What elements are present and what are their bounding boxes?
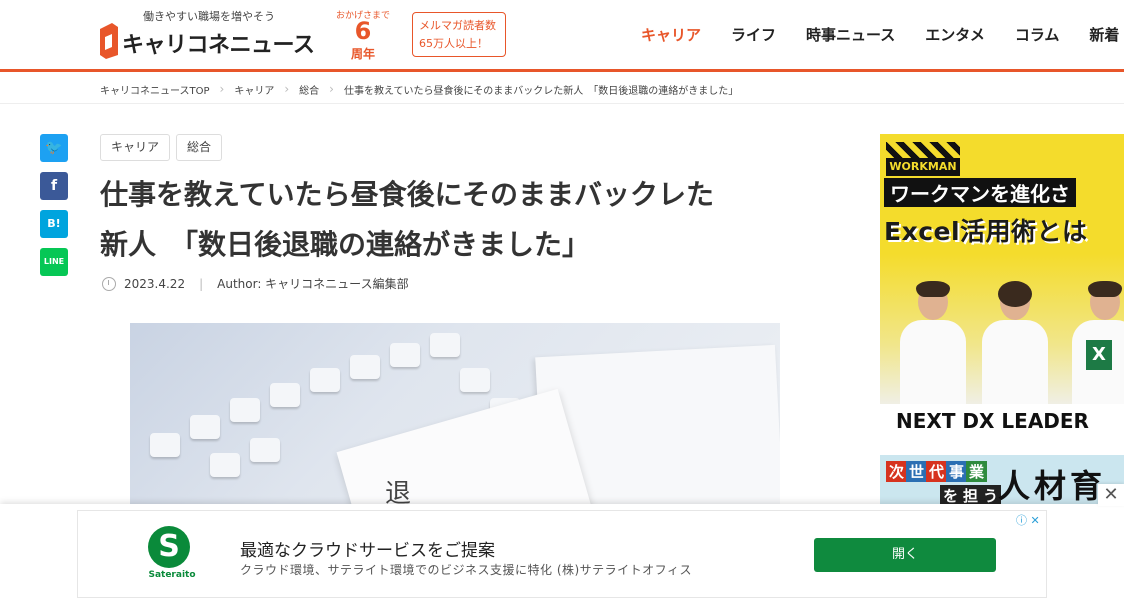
keyboard-key bbox=[250, 438, 280, 462]
breadcrumb-item[interactable]: 総合 bbox=[299, 82, 319, 97]
close-ad-icon[interactable]: ✕ bbox=[1098, 484, 1124, 506]
ad2-char: 世 bbox=[906, 461, 928, 482]
line-share-button[interactable]: LINE bbox=[40, 248, 68, 276]
nav-item[interactable]: ライフ bbox=[716, 0, 791, 69]
person-figure bbox=[980, 281, 1050, 404]
logo-mark-icon bbox=[100, 23, 118, 59]
article-author[interactable]: Author: キャリコネニュース編集部 bbox=[217, 275, 408, 292]
anniversary-number: 6 bbox=[354, 17, 372, 45]
article-date: 2023.4.22 bbox=[124, 276, 186, 291]
ad2-big-text: 人材育 bbox=[998, 467, 1107, 505]
logo-stripe bbox=[886, 142, 960, 158]
sidebar-ad-second[interactable]: 次 世 代 事 業 を 担 う 人材育 bbox=[880, 455, 1124, 510]
tag-general[interactable]: 総合 bbox=[176, 134, 223, 161]
nav-item[interactable]: コラム bbox=[1000, 0, 1075, 69]
chevron-right-icon: › bbox=[329, 82, 334, 96]
keyboard-key bbox=[310, 368, 340, 392]
article-hero-image: 退 bbox=[130, 323, 780, 508]
anniversary-unit: 周年 bbox=[350, 47, 375, 61]
ad-open-button[interactable]: 開く bbox=[814, 538, 996, 572]
ad2-char: 業 bbox=[966, 461, 988, 482]
workman-logo: WORKMAN bbox=[886, 142, 960, 176]
excel-icon: X bbox=[1086, 340, 1112, 370]
ad2-char: を bbox=[940, 485, 962, 506]
ad2-char: 次 bbox=[886, 461, 908, 482]
newsletter-count: 65万人以上！ bbox=[419, 37, 488, 50]
workman-brand: WORKMAN bbox=[889, 160, 957, 173]
ad-band-text: NEXT DX LEADER bbox=[880, 404, 1124, 439]
resignation-envelope bbox=[336, 388, 594, 508]
bottom-ad[interactable]: S Sateraito 最適なクラウドサービスをご提案 クラウド環境、サテライト… bbox=[77, 510, 1047, 598]
ad-headline: 最適なクラウドサービスをご提案 bbox=[240, 541, 495, 561]
breadcrumb-item: 仕事を教えていたら昼食後にそのままバックレた新人 「数日後退職の連絡がきました」 bbox=[343, 85, 739, 97]
ad-description: クラウド環境、サテライト環境でのビジネス支援に特化 (株)サテライトオフィス bbox=[240, 563, 692, 577]
clock-icon bbox=[102, 276, 116, 291]
sidebar-ad-workman[interactable]: WORKMAN ワークマンを進化さ Excel活用術とは X NEXT DX L… bbox=[880, 134, 1124, 439]
nav-item[interactable]: キャリア bbox=[626, 0, 716, 69]
site-logo[interactable]: 働きやすい職場を増やそう キャリコネニュース bbox=[98, 6, 328, 64]
ad-photo bbox=[880, 254, 1124, 404]
nav-item[interactable]: 時事ニュース bbox=[791, 0, 910, 69]
breadcrumb-item[interactable]: キャリコネニュースTOP bbox=[100, 82, 210, 97]
newsletter-label: メルマガ読者数 bbox=[419, 19, 496, 32]
article-tags: キャリア 総合 bbox=[100, 134, 223, 161]
nav-item[interactable]: 新着 bbox=[1074, 0, 1124, 69]
article-title-line-2: 新人 「数日後退職の連絡がきました」 bbox=[100, 228, 591, 261]
twitter-share-button[interactable]: 🐦 bbox=[40, 134, 68, 162]
keyboard-key bbox=[210, 453, 240, 477]
article-title: 仕事を教えていたら昼食後にそのままバックレた 新人 「数日後退職の連絡がきました… bbox=[100, 170, 830, 270]
keyboard-key bbox=[350, 355, 380, 379]
hatena-bookmark-button[interactable]: B! bbox=[40, 210, 68, 238]
article-meta: 2023.4.22 | Author: キャリコネニュース編集部 bbox=[102, 275, 409, 292]
main-nav: キャリア ライフ 時事ニュース エンタメ コラム 新着 bbox=[626, 0, 1124, 72]
logo-text: キャリコネニュース bbox=[122, 33, 315, 58]
sateraito-logo: S bbox=[148, 526, 190, 568]
chevron-right-icon: › bbox=[284, 82, 290, 96]
keyboard-key bbox=[190, 415, 220, 439]
newsletter-badge[interactable]: メルマガ読者数 65万人以上！ bbox=[412, 12, 506, 57]
logo-tagline: 働きやすい職場を増やそう bbox=[143, 10, 275, 23]
ad2-char: 担 bbox=[960, 485, 982, 506]
nav-item[interactable]: エンタメ bbox=[910, 0, 1000, 69]
keyboard-key bbox=[230, 398, 260, 422]
tag-career[interactable]: キャリア bbox=[100, 134, 171, 161]
ad-headline-1: ワークマンを進化さ bbox=[884, 178, 1076, 207]
ad2-char: 事 bbox=[946, 461, 968, 482]
sateraito-brand: Sateraito bbox=[148, 570, 196, 580]
breadcrumb: キャリコネニュースTOP › キャリア › 総合 › 仕事を教えていたら昼食後にそのままバッ… bbox=[100, 80, 738, 98]
envelope-text: 退 bbox=[385, 479, 412, 508]
adchoices-icon[interactable]: ⓘ ✕ bbox=[1016, 512, 1040, 528]
article-title-line-1: 仕事を教えていたら昼食後にそのままバックレた bbox=[100, 178, 715, 211]
meta-separator: | bbox=[199, 276, 204, 291]
keyboard-key bbox=[150, 433, 180, 457]
ad-headline-2: Excel活用術とは bbox=[884, 217, 1088, 246]
keyboard-key bbox=[270, 383, 300, 407]
anniversary-badge: おかげさまで 6 周年 bbox=[334, 8, 392, 64]
breadcrumb-divider bbox=[0, 103, 1124, 104]
keyboard-key bbox=[430, 333, 460, 357]
keyboard-key bbox=[390, 343, 420, 367]
ad2-char: 代 bbox=[926, 461, 948, 482]
site-header: 働きやすい職場を増やそう キャリコネニュース おかげさまで 6 周年 メルマガ読… bbox=[0, 0, 1124, 72]
keyboard-key bbox=[460, 368, 490, 392]
person-figure bbox=[898, 281, 968, 404]
breadcrumb-item[interactable]: キャリア bbox=[234, 82, 274, 97]
facebook-share-button[interactable]: f bbox=[40, 172, 68, 200]
chevron-right-icon: › bbox=[219, 82, 225, 96]
